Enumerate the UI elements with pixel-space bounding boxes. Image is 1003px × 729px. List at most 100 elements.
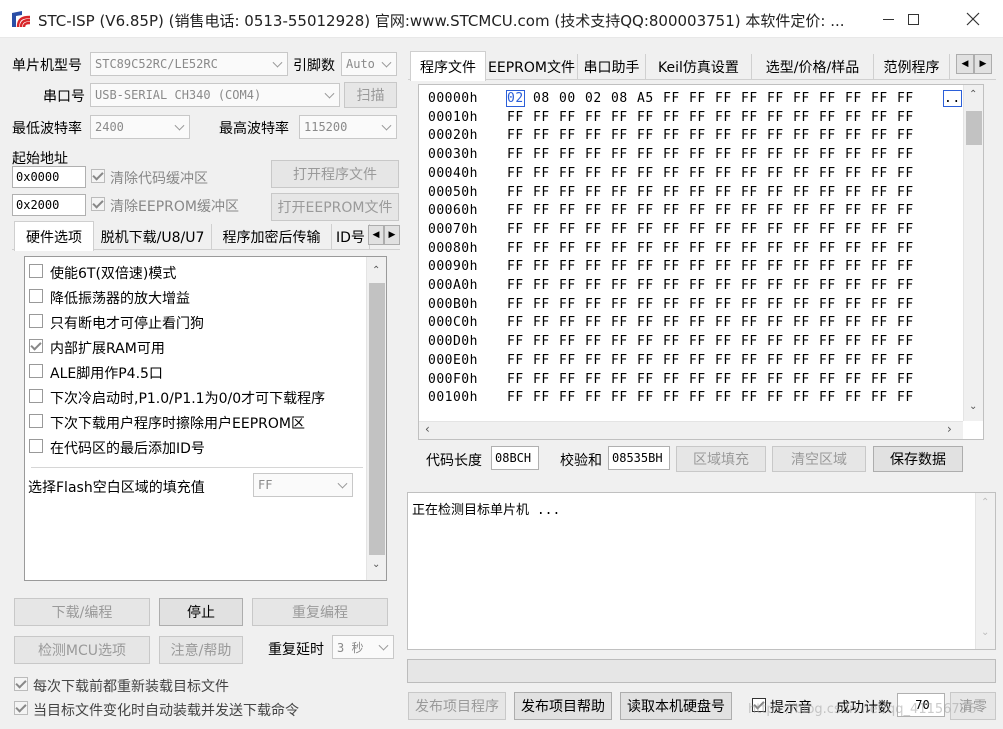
- option-checkbox[interactable]: [29, 389, 43, 403]
- hex-byte[interactable]: FF: [637, 203, 654, 218]
- scroll-down-icon[interactable]: ⌄: [372, 559, 380, 570]
- hex-byte[interactable]: FF: [611, 110, 628, 125]
- hex-byte[interactable]: FF: [767, 203, 784, 218]
- hex-byte[interactable]: FF: [767, 185, 784, 200]
- hex-byte[interactable]: FF: [715, 128, 732, 143]
- hex-byte[interactable]: FF: [663, 353, 680, 368]
- tab-offline-download[interactable]: 脱机下载/U8/U7: [94, 224, 212, 250]
- hex-byte[interactable]: FF: [793, 241, 810, 256]
- hex-byte[interactable]: FF: [741, 185, 758, 200]
- scrollbar-thumb[interactable]: [966, 111, 982, 145]
- hex-byte[interactable]: FF: [611, 315, 628, 330]
- hex-byte[interactable]: FF: [637, 278, 654, 293]
- hex-byte[interactable]: FF: [793, 334, 810, 349]
- hex-byte[interactable]: FF: [819, 353, 836, 368]
- hex-byte[interactable]: FF: [793, 278, 810, 293]
- hex-byte[interactable]: FF: [767, 390, 784, 405]
- hex-byte[interactable]: FF: [793, 185, 810, 200]
- hex-byte[interactable]: FF: [819, 241, 836, 256]
- hex-byte[interactable]: FF: [897, 259, 914, 274]
- hex-byte[interactable]: FF: [871, 147, 888, 162]
- hex-byte[interactable]: FF: [689, 222, 706, 237]
- option-checkbox[interactable]: [29, 264, 43, 278]
- hex-byte[interactable]: FF: [741, 241, 758, 256]
- hex-byte[interactable]: FF: [819, 278, 836, 293]
- hex-byte[interactable]: FF: [585, 278, 602, 293]
- hex-byte[interactable]: FF: [871, 315, 888, 330]
- hex-byte[interactable]: FF: [897, 91, 914, 106]
- hex-byte[interactable]: FF: [897, 334, 914, 349]
- hex-byte[interactable]: FF: [871, 91, 888, 106]
- hex-byte[interactable]: FF: [871, 222, 888, 237]
- hex-byte[interactable]: FF: [663, 203, 680, 218]
- hex-byte[interactable]: FF: [845, 91, 862, 106]
- hex-byte[interactable]: FF: [793, 390, 810, 405]
- hex-byte[interactable]: FF: [819, 91, 836, 106]
- hex-byte[interactable]: FF: [507, 278, 524, 293]
- hex-byte[interactable]: FF: [585, 297, 602, 312]
- close-icon[interactable]: [950, 0, 996, 38]
- hex-byte[interactable]: FF: [715, 390, 732, 405]
- hex-byte[interactable]: FF: [611, 222, 628, 237]
- hex-byte[interactable]: FF: [741, 278, 758, 293]
- tab-scroll-left-icon[interactable]: ◀: [368, 225, 384, 245]
- hex-byte[interactable]: FF: [793, 315, 810, 330]
- hex-byte[interactable]: FF: [611, 334, 628, 349]
- hex-byte[interactable]: FF: [845, 203, 862, 218]
- hex-byte[interactable]: FF: [715, 166, 732, 181]
- hex-byte[interactable]: FF: [819, 315, 836, 330]
- hex-byte[interactable]: FF: [715, 278, 732, 293]
- hex-byte[interactable]: FF: [741, 334, 758, 349]
- pins-select[interactable]: Auto: [341, 52, 397, 76]
- hex-byte[interactable]: FF: [585, 353, 602, 368]
- hex-byte[interactable]: FF: [559, 278, 576, 293]
- hex-byte[interactable]: FF: [741, 353, 758, 368]
- hex-byte[interactable]: FF: [845, 372, 862, 387]
- hex-byte[interactable]: FF: [767, 353, 784, 368]
- scroll-up-icon[interactable]: ⌃: [372, 265, 380, 276]
- hex-byte[interactable]: FF: [507, 334, 524, 349]
- hex-byte[interactable]: FF: [689, 128, 706, 143]
- hex-byte[interactable]: FF: [663, 297, 680, 312]
- hex-editor[interactable]: 00000h 02 08 00 02 08 A5 FF FF FF FF FF FF FF FF FF FF..…: [418, 84, 984, 440]
- hex-byte[interactable]: FF: [715, 110, 732, 125]
- hex-byte[interactable]: FF: [741, 91, 758, 106]
- hex-byte[interactable]: FF: [715, 353, 732, 368]
- hex-byte[interactable]: FF: [533, 372, 550, 387]
- hex-byte[interactable]: FF: [533, 297, 550, 312]
- tab-encrypted-transfer[interactable]: 程序加密后传输: [212, 224, 332, 250]
- hex-byte[interactable]: FF: [559, 128, 576, 143]
- hex-byte[interactable]: FF: [585, 315, 602, 330]
- hex-byte[interactable]: FF: [741, 315, 758, 330]
- hex-byte[interactable]: FF: [559, 166, 576, 181]
- hex-byte[interactable]: FF: [637, 390, 654, 405]
- hex-byte[interactable]: FF: [715, 241, 732, 256]
- hex-byte[interactable]: FF: [741, 259, 758, 274]
- hex-byte[interactable]: FF: [715, 297, 732, 312]
- max-baud-select[interactable]: 115200: [299, 115, 397, 139]
- hex-byte[interactable]: FF: [689, 278, 706, 293]
- scroll-down-icon[interactable]: ⌄: [969, 401, 977, 412]
- hex-byte[interactable]: FF: [585, 222, 602, 237]
- hex-byte[interactable]: FF: [559, 353, 576, 368]
- hex-byte[interactable]: FF: [767, 372, 784, 387]
- hex-byte[interactable]: FF: [663, 278, 680, 293]
- hex-byte[interactable]: FF: [585, 372, 602, 387]
- hex-byte[interactable]: FF: [585, 390, 602, 405]
- hex-byte[interactable]: A5: [637, 91, 654, 106]
- hex-byte[interactable]: FF: [507, 203, 524, 218]
- scroll-down-icon[interactable]: ⌄: [981, 627, 989, 638]
- stop-button[interactable]: 停止: [159, 598, 243, 626]
- hex-byte[interactable]: FF: [741, 128, 758, 143]
- option-checkbox[interactable]: [29, 414, 43, 428]
- hex-byte[interactable]: FF: [663, 128, 680, 143]
- hex-byte[interactable]: FF: [741, 166, 758, 181]
- hex-byte[interactable]: FF: [559, 315, 576, 330]
- hex-byte[interactable]: FF: [637, 372, 654, 387]
- mcu-type-select[interactable]: STC89C52RC/LE52RC: [90, 52, 288, 76]
- tab-selection-price[interactable]: 选型/价格/样品: [752, 54, 874, 80]
- hex-byte[interactable]: FF: [819, 110, 836, 125]
- hex-byte[interactable]: FF: [663, 372, 680, 387]
- hex-byte[interactable]: FF: [871, 297, 888, 312]
- hex-byte[interactable]: FF: [845, 147, 862, 162]
